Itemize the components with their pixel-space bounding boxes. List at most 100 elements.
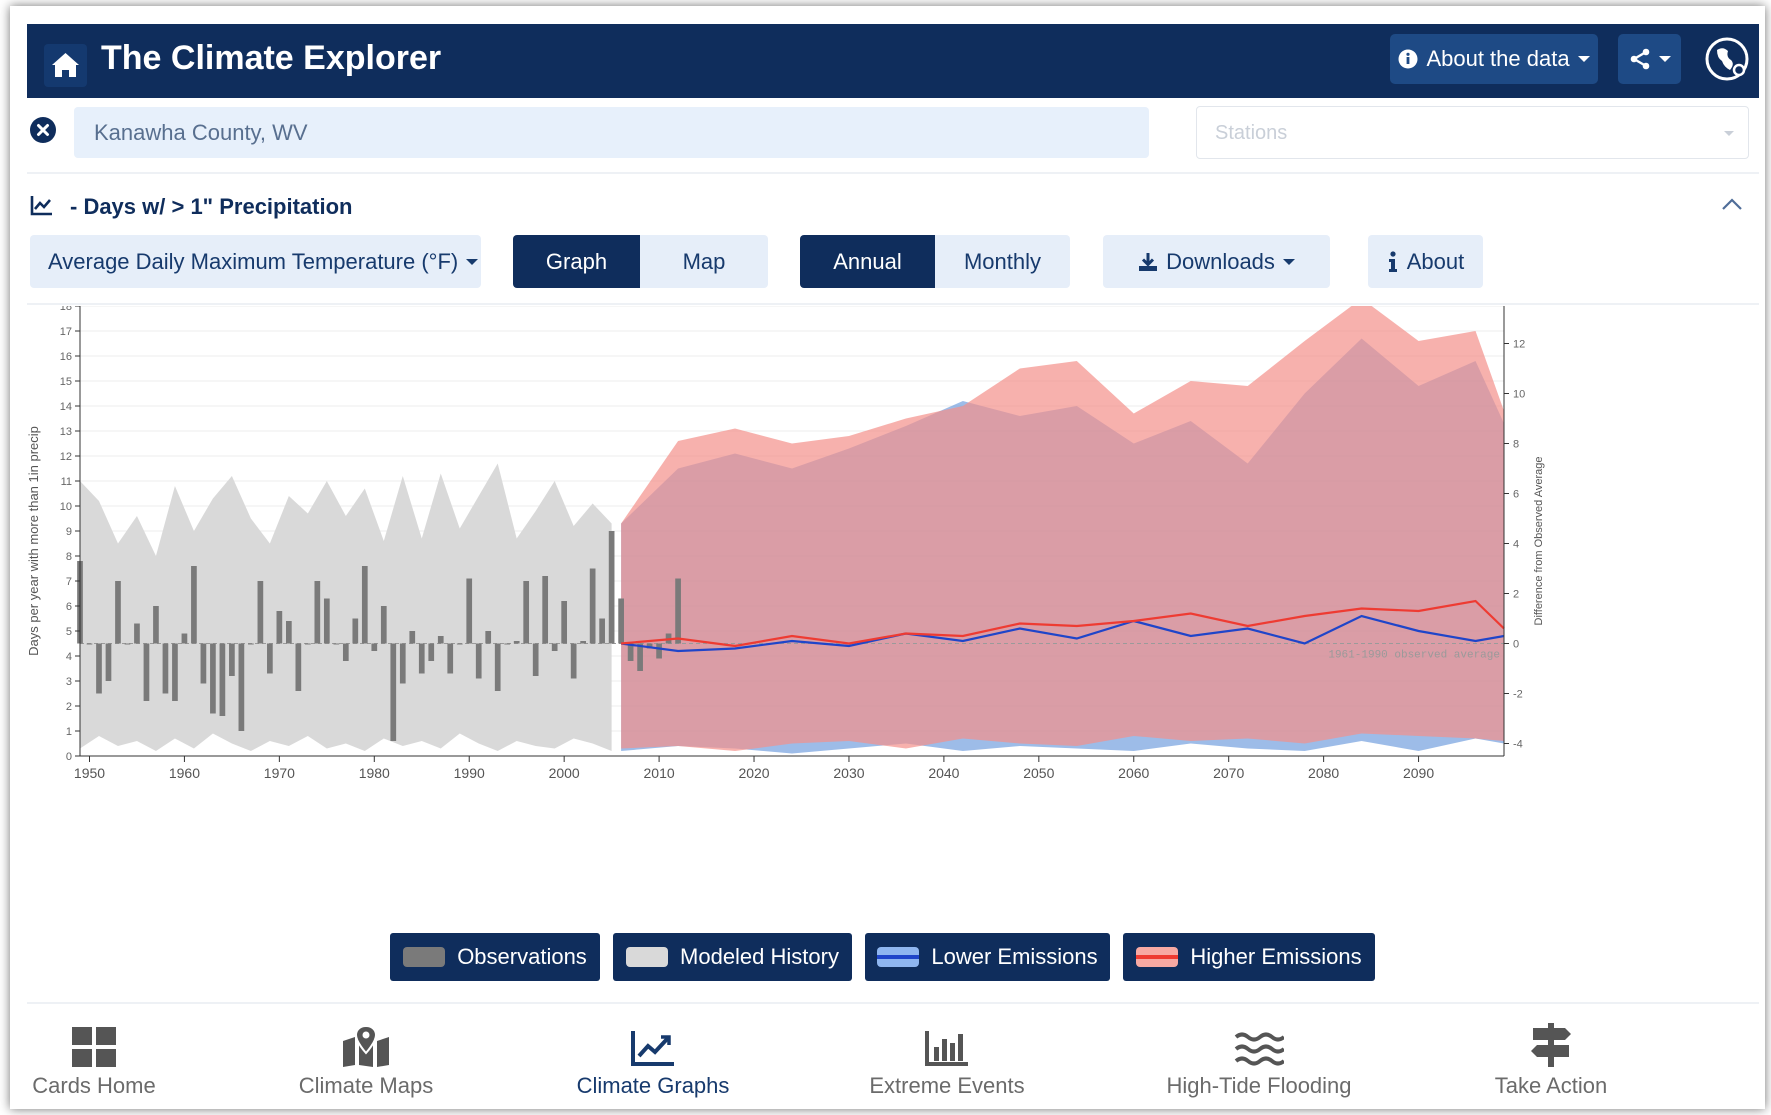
legend-observations-button[interactable]: Observations (390, 933, 600, 981)
nav-label: Climate Graphs (576, 1073, 730, 1098)
nav-extreme-events[interactable]: Extreme Events (837, 1021, 1057, 1099)
stations-select[interactable]: Stations (1196, 106, 1749, 159)
legend-modeled-history-label: Modeled History (680, 944, 839, 969)
nav-label: Extreme Events (869, 1073, 1025, 1098)
annual-toggle-button[interactable]: Annual (800, 235, 935, 288)
y-tick-label: 18 (60, 306, 72, 313)
y-tick-label: 2 (66, 701, 72, 713)
map-label: Map (682, 248, 726, 274)
nav-take-action[interactable]: Take Action (1441, 1021, 1661, 1099)
legend-lower-emissions-label: Lower Emissions (931, 944, 1098, 969)
y2-tick-label: -4 (1513, 739, 1523, 751)
chevron-down-icon (466, 258, 479, 265)
nav-cards-home[interactable]: Cards Home (10, 1021, 204, 1099)
legend-lower-emissions-button[interactable]: Lower Emissions (865, 933, 1110, 981)
x-tick-label: 2080 (1308, 765, 1339, 781)
observation-bar (219, 643, 226, 716)
info-icon (1388, 250, 1397, 272)
nav-climate-graphs[interactable]: Climate Graphs (543, 1021, 763, 1099)
about-data-button[interactable]: About the data (1390, 34, 1598, 84)
y-tick-label: 14 (60, 401, 72, 413)
observation-bar (248, 643, 254, 645)
observation-bar (485, 631, 492, 644)
observation-bar (200, 643, 207, 684)
about-button[interactable]: About (1368, 235, 1483, 288)
y-tick-label: 10 (60, 501, 72, 513)
observation-bar (295, 643, 302, 691)
legend-swatch (626, 947, 669, 967)
observation-bar (456, 643, 463, 645)
y2-tick-label: 6 (1513, 489, 1519, 501)
line-chart-icon (631, 1031, 674, 1066)
chevron-up-icon[interactable] (1720, 196, 1744, 212)
divider (27, 172, 1759, 174)
y2-tick-label: 8 (1513, 439, 1519, 451)
observation-bar (532, 643, 539, 676)
home-icon (52, 53, 79, 77)
map-marker-icon (343, 1025, 389, 1067)
observation-bar (323, 598, 330, 644)
x-tick-label: 2020 (738, 765, 769, 781)
observation-bar (267, 643, 273, 674)
y-tick-label: 5 (66, 626, 72, 638)
x-tick-label: 2090 (1403, 765, 1434, 781)
legend-higher-emissions-button[interactable]: Higher Emissions (1123, 933, 1375, 981)
bar-chart-icon (925, 1031, 968, 1066)
variable-select-value: Average Daily Maximum Temperature (°F) (48, 248, 459, 274)
observation-bar (333, 643, 340, 645)
y2-tick-label: 12 (1513, 339, 1525, 351)
observation-bar (599, 618, 605, 644)
x-tick-label: 1990 (454, 765, 485, 781)
chevron-down-icon (1577, 56, 1590, 62)
observation-bar (314, 581, 321, 644)
map-toggle-button[interactable]: Map (640, 235, 768, 288)
chevron-down-icon (1724, 131, 1734, 136)
x-tick-label: 2000 (549, 765, 580, 781)
observation-bar (494, 643, 501, 691)
monthly-toggle-button[interactable]: Monthly (935, 235, 1070, 288)
modeled-history-band (80, 463, 612, 751)
variable-title: - Days w/ > 1" Precipitation (70, 194, 353, 219)
nemac-globe-logo[interactable] (1702, 34, 1752, 84)
observation-bar (134, 623, 140, 644)
globe-icon (1705, 37, 1749, 81)
observation-bar (229, 643, 235, 676)
y-tick-label: 7 (66, 576, 72, 588)
variable-select[interactable]: Average Daily Maximum Temperature (°F) (30, 235, 481, 288)
y2-tick-label: 0 (1513, 639, 1519, 651)
y-tick-label: 8 (66, 551, 72, 563)
nav-high-tide-flooding[interactable]: High-Tide Flooding (1149, 1021, 1369, 1099)
baseline-label: 1961-1990 observed average (1328, 650, 1500, 662)
observation-bar (475, 643, 482, 679)
observation-bar (304, 643, 311, 645)
observation-bar (618, 598, 624, 644)
observation-bar (390, 643, 397, 741)
legend-swatch (1136, 947, 1179, 967)
app-title: The Climate Explorer (101, 39, 442, 77)
nav-label: Climate Maps (298, 1073, 434, 1098)
observation-bar (418, 643, 425, 674)
observation-bar (181, 633, 188, 644)
legend-modeled-history-button[interactable]: Modeled History (613, 933, 852, 981)
downloads-button[interactable]: Downloads (1103, 235, 1330, 288)
nav-climate-maps[interactable]: Climate Maps (256, 1021, 476, 1099)
clear-location-button[interactable] (30, 117, 56, 143)
home-button[interactable] (44, 44, 87, 87)
observation-bar (172, 643, 178, 701)
y-tick-label: 12 (60, 451, 72, 463)
about-label: About (1406, 248, 1465, 274)
y2-tick-label: 10 (1513, 389, 1525, 401)
y-tick-label: 15 (60, 376, 72, 388)
share-button[interactable] (1618, 34, 1681, 84)
legend-swatch (403, 947, 446, 967)
graph-toggle-button[interactable]: Graph (513, 235, 640, 288)
observation-bar (580, 641, 586, 644)
y2-tick-label: -2 (1513, 689, 1523, 701)
nav-label: Cards Home (32, 1073, 156, 1098)
observation-bar (105, 643, 112, 681)
observation-bar (399, 643, 406, 684)
observation-bar (371, 643, 378, 651)
location-search-input[interactable]: Kanawha County, WV (74, 107, 1149, 158)
close-icon (37, 124, 49, 136)
y-axis-label: Days per year with more than 1in precip (26, 426, 41, 656)
